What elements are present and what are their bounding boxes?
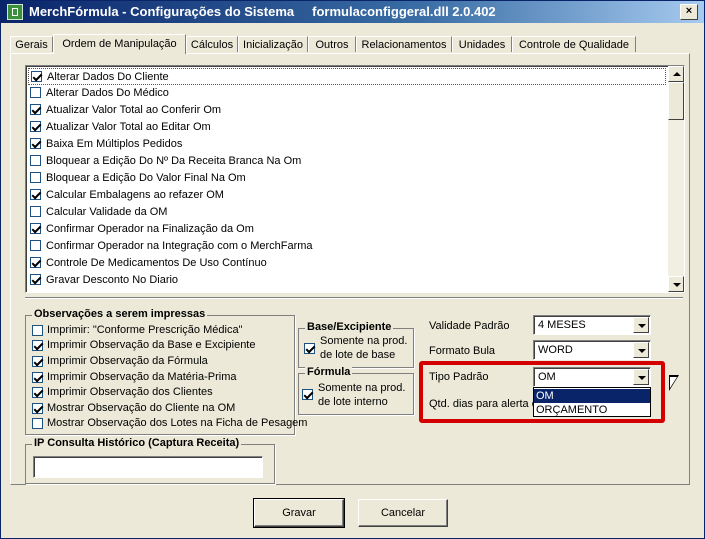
checkbox[interactable] [30,155,41,166]
tab-outros[interactable]: Outros [308,36,356,52]
observacoes-legend: Observações a serem impressas [32,308,208,320]
title-bar: MerchFórmula - Configurações do Sistema … [1,1,704,23]
list-item[interactable]: Calcular Embalagens ao refazer OM [28,187,666,204]
config-window: MerchFórmula - Configurações do Sistema … [0,0,705,539]
formula-label-1: Somente na prod. [318,382,406,394]
highlight-annotation [419,361,665,423]
chevron-down-icon[interactable] [633,342,649,358]
checkbox[interactable] [30,121,41,132]
checkbox[interactable] [32,387,43,398]
list-item[interactable]: Atualizar Valor Total ao Conferir Om [28,102,666,119]
tab-calculos[interactable]: Cálculos [186,36,238,52]
tab-gerais[interactable]: Gerais [10,36,53,52]
checkbox[interactable] [30,274,41,285]
base-excipiente-label-1: Somente na prod. [320,335,408,347]
checkbox[interactable] [30,240,41,251]
checkbox[interactable] [32,356,43,367]
list-item[interactable]: Calcular Validade da OM [28,204,666,221]
list-item[interactable]: Controle De Medicamentos De Uso Contínuo [28,255,666,272]
ip-consulta-input[interactable] [33,456,263,478]
options-checklist[interactable]: Alterar Dados Do Cliente Alterar Dados D… [25,65,685,293]
checkbox[interactable] [30,206,41,217]
chevron-down-icon[interactable] [633,317,649,333]
checkbox[interactable] [30,223,41,234]
checkbox[interactable] [30,257,41,268]
cancelar-button[interactable]: Cancelar [358,499,448,527]
tab-controle-de-qualidade[interactable]: Controle de Qualidade [512,36,636,52]
base-excipiente-legend: Base/Excipiente [305,321,394,333]
app-icon [7,4,23,20]
tab-relacionamentos[interactable]: Relacionamentos [356,36,452,52]
checkbox[interactable] [30,87,41,98]
formula-checkbox[interactable] [302,389,313,400]
list-item[interactable]: Bloquear a Edição Do Nº Da Receita Branc… [28,153,666,170]
gravar-button[interactable]: Gravar [253,498,345,528]
validade-label: Validade Padrão [429,320,510,332]
vertical-scrollbar[interactable] [668,66,684,292]
checkbox[interactable] [30,138,41,149]
checkbox[interactable] [32,372,43,383]
checkbox[interactable] [31,71,42,82]
scroll-thumb[interactable] [668,82,684,120]
list-item[interactable]: Bloquear a Edição Do Valor Final Na Om [28,170,666,187]
window-title: MerchFórmula - Configurações do Sistema … [29,4,496,19]
formato-bula-label: Formato Bula [429,345,496,357]
validade-combo[interactable]: 4 MESES [533,315,651,335]
list-item[interactable]: Confirmar Operador na Integração com o M… [28,238,666,255]
checkbox[interactable] [32,340,43,351]
tab-inicializacao[interactable]: Inicialização [238,36,308,52]
divider [25,297,683,299]
checkbox[interactable] [32,325,43,336]
formula-legend: Fórmula [305,366,353,378]
formato-bula-combo[interactable]: WORD [533,340,651,360]
scroll-down-icon[interactable] [668,276,684,292]
formula-label-2: de lote interno [318,396,388,408]
list-item[interactable]: Atualizar Valor Total ao Editar Om [28,119,666,136]
base-excipiente-checkbox[interactable] [304,343,315,354]
list-item[interactable]: Alterar Dados Do Médico [28,85,666,102]
tab-ordem-de-manipulacao[interactable]: Ordem de Manipulação [53,34,186,54]
close-button[interactable]: × [680,4,698,20]
ip-consulta-legend: IP Consulta Histórico (Captura Receita) [32,437,242,449]
base-excipiente-label-2: de lote de base [320,349,396,361]
checkbox[interactable] [32,403,43,414]
checkbox[interactable] [30,104,41,115]
list-item[interactable]: Gravar Desconto No Diario [28,272,666,289]
checkbox[interactable] [30,172,41,183]
base-excipiente-group: Base/Excipiente Somente na prod. de lote… [298,321,414,368]
list-item[interactable]: Baixa Em Múltiplos Pedidos [28,136,666,153]
list-item[interactable]: Confirmar Operador na Finalização da Om [28,221,666,238]
checkbox[interactable] [30,189,41,200]
formula-group: Fórmula Somente na prod. de lote interno [298,366,414,415]
observacoes-group: Observações a serem impressas Imprimir: … [25,308,307,435]
tab-unidades[interactable]: Unidades [452,36,512,52]
list-item[interactable]: Alterar Dados Do Cliente [28,68,666,85]
scroll-up-icon[interactable] [668,66,684,82]
checkbox[interactable] [32,418,43,429]
